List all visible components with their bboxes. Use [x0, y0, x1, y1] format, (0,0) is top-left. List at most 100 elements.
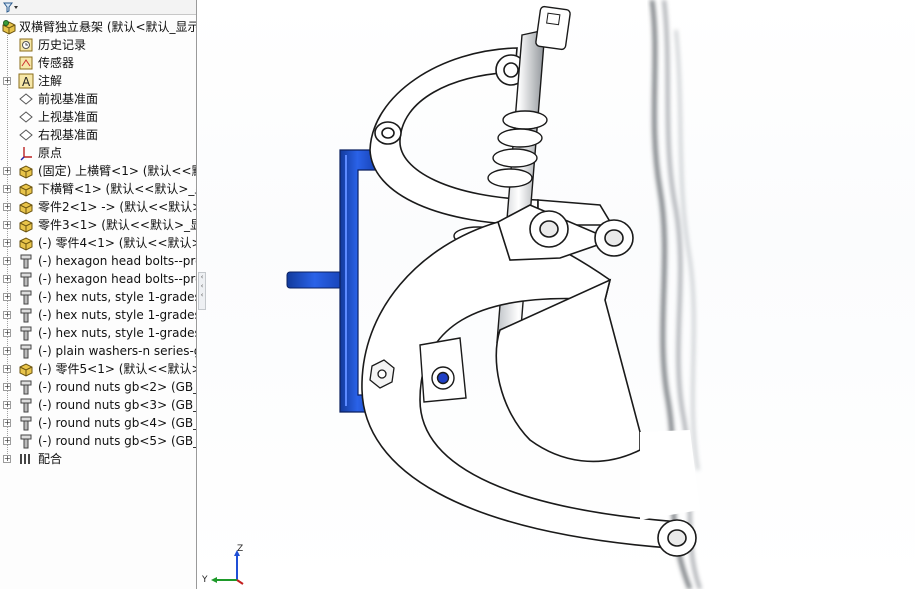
expand-toggle-icon[interactable]: +: [3, 167, 11, 175]
bolt-icon: [18, 253, 34, 269]
expand-toggle-icon[interactable]: +: [3, 455, 11, 463]
tree-item-label: (-) hex nuts, style 1-grades: [38, 308, 197, 322]
model-render: [286, 0, 702, 589]
expand-toggle-icon[interactable]: +: [3, 437, 11, 445]
panel-collapse-handle[interactable]: ‹ ‹ ‹: [198, 272, 206, 310]
tree-item[interactable]: + (-) 零件4<1> (默认<<默认>_: [0, 234, 196, 252]
tree-item[interactable]: + (-) round nuts gb<5> (GB_F: [0, 432, 197, 450]
expand-toggle-icon[interactable]: +: [3, 329, 11, 337]
tree-item-label: 零件3<1> (默认<<默认>_显示: [38, 218, 197, 232]
expand-toggle-icon[interactable]: +: [3, 257, 11, 265]
upper-control-arm: [369, 47, 614, 226]
tree-item-label: 原点: [38, 146, 63, 160]
feature-manager-tree[interactable]: 双横臂独立悬架 (默认<默认_显示 历史记录传感器 + A 注解前视基准面上视基准面右…: [0, 0, 197, 589]
tree-item[interactable]: + (-) round nuts gb<2> (GB_F: [0, 378, 197, 396]
tree-item-label: 右视基准面: [38, 128, 99, 142]
tree-item[interactable]: 前视基准面: [0, 90, 196, 108]
bolt-icon: [18, 289, 34, 305]
tree-item-label: (-) round nuts gb<2> (GB_F: [38, 380, 197, 394]
expand-toggle-icon[interactable]: +: [3, 185, 11, 193]
part-icon: [18, 235, 34, 251]
expand-toggle-icon[interactable]: +: [3, 221, 11, 229]
expand-toggle-icon[interactable]: +: [3, 293, 11, 301]
tree-item[interactable]: + (-) hex nuts, style 1-grades: [0, 306, 197, 324]
bolt-icon: [18, 379, 34, 395]
tree-item-label: (-) hex nuts, style 1-grades: [38, 326, 197, 340]
plane-icon: [18, 109, 34, 125]
sensor-icon: [18, 55, 34, 71]
tree-item[interactable]: + A 注解: [0, 72, 196, 90]
part-icon: [18, 181, 34, 197]
tree-item-label: 传感器: [38, 56, 75, 70]
expand-toggle-icon[interactable]: +: [3, 275, 11, 283]
expand-toggle-icon[interactable]: +: [3, 203, 11, 211]
bolt-icon: [18, 271, 34, 287]
tree-item-label: 配合: [38, 452, 63, 466]
tree-item[interactable]: 上视基准面: [0, 108, 196, 126]
annotation-icon: A: [18, 73, 34, 89]
lower-control-arm: [361, 204, 700, 549]
plane-icon: [18, 91, 34, 107]
tree-root-label: 双横臂独立悬架 (默认<默认_显示: [19, 20, 197, 34]
tree-item-label: 注解: [38, 74, 63, 88]
tree-item-label: (-) hex nuts, style 1-grades: [38, 290, 197, 304]
tree-item[interactable]: 原点: [0, 144, 196, 162]
mates-icon: [18, 451, 34, 467]
tree-item-label: 上视基准面: [38, 110, 99, 124]
bolt-icon: [18, 343, 34, 359]
tree-item[interactable]: 右视基准面: [0, 126, 196, 144]
tree-item[interactable]: + (固定) 上横臂<1> (默认<<默认: [0, 162, 196, 180]
svg-text:A: A: [22, 75, 31, 89]
expand-toggle-icon[interactable]: +: [3, 365, 11, 373]
bolt-icon: [18, 433, 34, 449]
tree-item[interactable]: + (-) round nuts gb<3> (GB_F: [0, 396, 197, 414]
tree-item[interactable]: 传感器: [0, 54, 196, 72]
tree-root-assembly[interactable]: 双横臂独立悬架 (默认<默认_显示: [0, 18, 197, 36]
part-icon: [18, 199, 34, 215]
tree-item[interactable]: + (-) 零件5<1> (默认<<默认>_: [0, 360, 196, 378]
expand-toggle-icon[interactable]: +: [3, 239, 11, 247]
plane-icon: [18, 127, 34, 143]
filter-icon[interactable]: [3, 2, 19, 13]
tree-item-label: (-) round nuts gb<3> (GB_F: [38, 398, 197, 412]
expand-toggle-icon[interactable]: +: [3, 347, 11, 355]
triad-y-label: Y: [202, 575, 208, 585]
tree-item[interactable]: + 下横臂<1> (默认<<默认>_显: [0, 180, 196, 198]
bolt-icon: [18, 397, 34, 413]
tree-item[interactable]: + (-) plain washers-n series-g: [0, 342, 197, 360]
tree-item-label: (-) plain washers-n series-g: [38, 344, 197, 358]
tree-item-label: (-) round nuts gb<4> (GB_F: [38, 416, 197, 430]
expand-toggle-icon[interactable]: +: [3, 383, 11, 391]
tree-item-label: (-) hexagon head bolts--pro: [38, 272, 197, 286]
expand-toggle-icon[interactable]: +: [3, 401, 11, 409]
orientation-triad: Z Y: [201, 544, 251, 588]
tree-item[interactable]: + (-) hexagon head bolts--pro: [0, 270, 197, 288]
expand-toggle-icon[interactable]: +: [3, 419, 11, 427]
tree-item-label: 历史记录: [38, 38, 87, 52]
expand-toggle-icon[interactable]: +: [3, 77, 11, 85]
tree-item-label: (-) hexagon head bolts--pro: [38, 254, 197, 268]
tree-toolbar: [0, 0, 196, 15]
tree-item-label: (-) round nuts gb<5> (GB_F: [38, 434, 197, 448]
tree-item-label: (固定) 上横臂<1> (默认<<默认: [38, 164, 196, 178]
tree-item-label: 零件2<1> -> (默认<<默认>_: [38, 200, 197, 214]
history-icon: [18, 37, 34, 53]
part-icon: [18, 217, 34, 233]
tree-item[interactable]: + 配合: [0, 450, 196, 468]
lower-shock-mount: [419, 337, 467, 403]
part-icon: [18, 361, 34, 377]
graphics-viewport[interactable]: [198, 0, 915, 589]
tree-item[interactable]: + 零件2<1> -> (默认<<默认>_: [0, 198, 197, 216]
tree-item-label: 前视基准面: [38, 92, 99, 106]
bolt-icon: [18, 415, 34, 431]
tree-item[interactable]: + (-) hexagon head bolts--pro: [0, 252, 197, 270]
tree-item[interactable]: + (-) hex nuts, style 1-grades: [0, 288, 197, 306]
bolt-icon: [18, 307, 34, 323]
tree-item[interactable]: + 零件3<1> (默认<<默认>_显示: [0, 216, 197, 234]
origin-icon: [18, 145, 34, 161]
x-axis: [236, 579, 244, 585]
tree-item[interactable]: 历史记录: [0, 36, 196, 54]
tree-item[interactable]: + (-) round nuts gb<4> (GB_F: [0, 414, 197, 432]
expand-toggle-icon[interactable]: +: [3, 311, 11, 319]
tree-item[interactable]: + (-) hex nuts, style 1-grades: [0, 324, 197, 342]
